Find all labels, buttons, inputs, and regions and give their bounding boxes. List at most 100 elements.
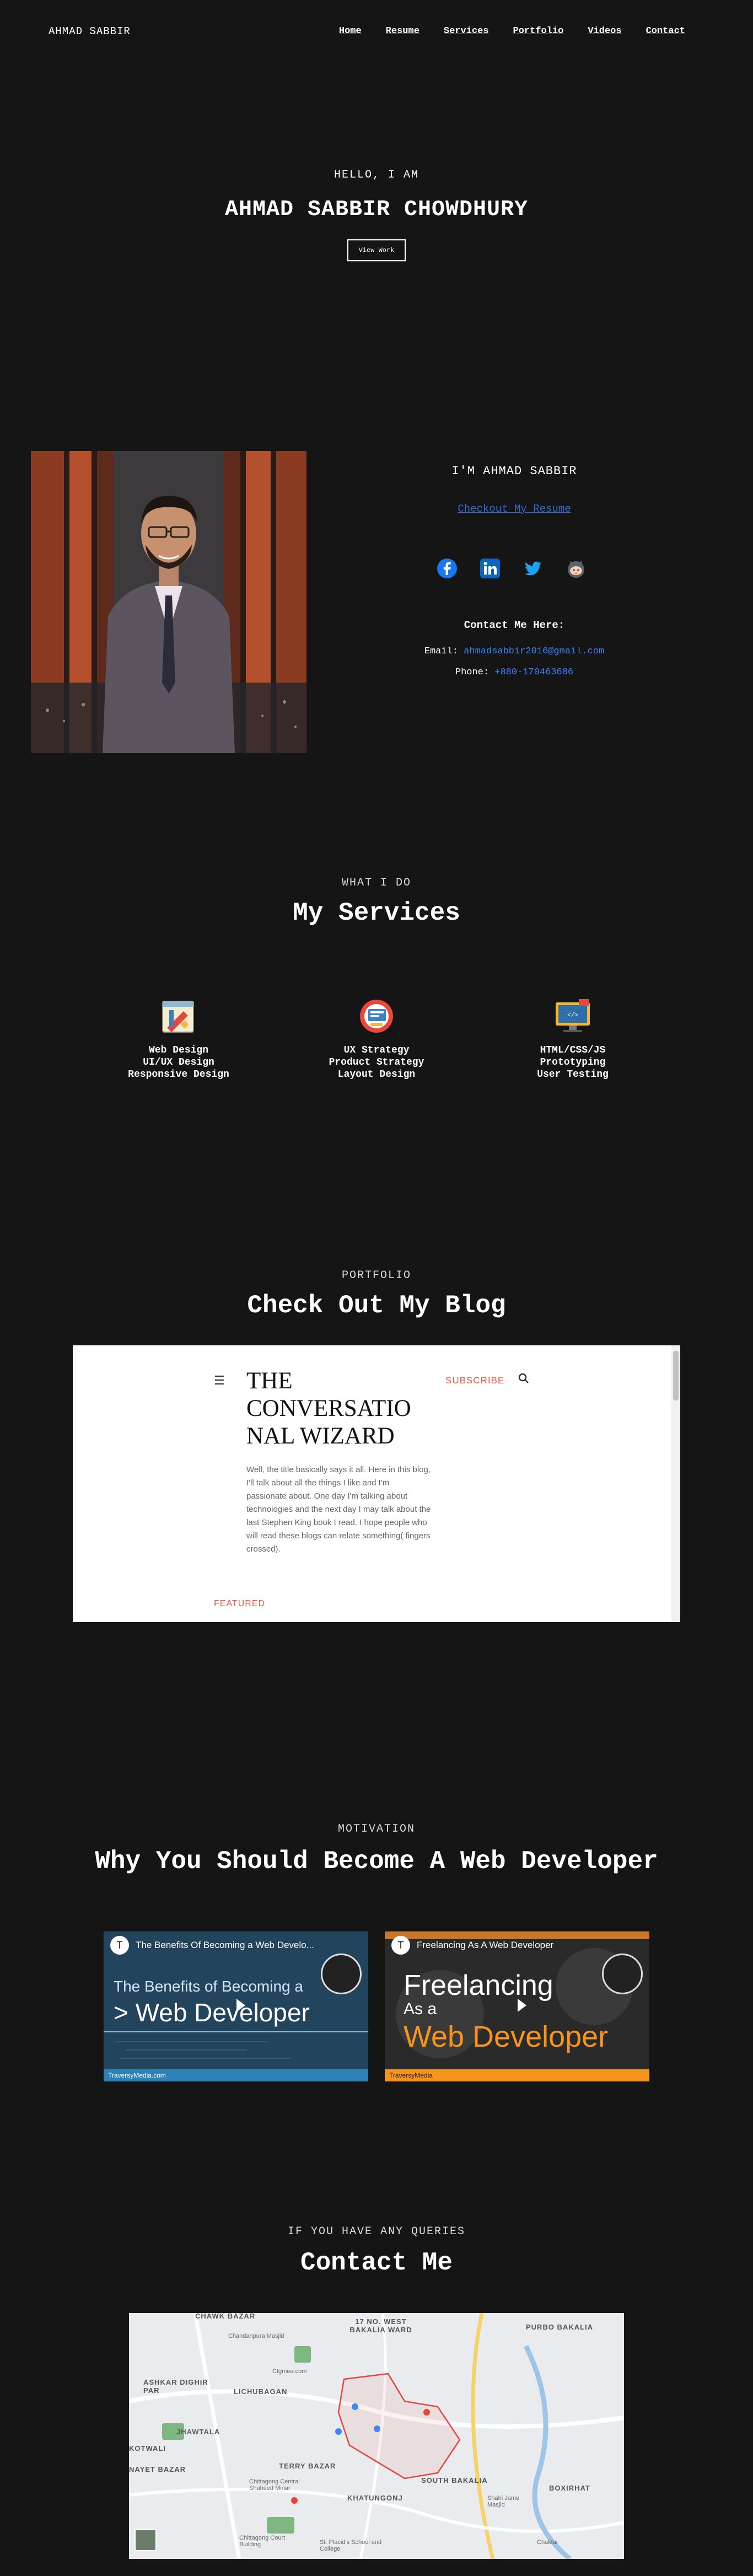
blog-scrollbar[interactable] xyxy=(671,1345,680,1622)
service-line: UI/UX Design xyxy=(143,1057,214,1068)
motivation-title: Why You Should Become A Web Developer xyxy=(95,1847,658,1876)
video-footer: TraversyMedia xyxy=(385,2069,649,2081)
resume-link[interactable]: Checkout My Resume xyxy=(376,503,652,515)
top-navbar: AHMAD SABBIR Home Resume Services Portfo… xyxy=(0,0,753,64)
search-icon[interactable] xyxy=(518,1373,529,1384)
hero-name: AHMAD SABBIR CHOWDHURY xyxy=(224,197,529,222)
motivation-subtitle: MOTIVATION xyxy=(337,1823,416,1836)
thumbnail-text: The Benefits of Becoming a xyxy=(114,1978,303,1995)
service-line: UX Strategy xyxy=(343,1045,410,1056)
play-icon[interactable] xyxy=(222,1994,251,2016)
service-line: Layout Design xyxy=(337,1069,416,1080)
map-label: ASHKAR DIGHIR PAR xyxy=(143,2378,208,2395)
nav-videos-link[interactable]: Videos xyxy=(588,26,621,36)
nav-services-link[interactable]: Services xyxy=(444,26,489,36)
satellite-toggle[interactable] xyxy=(135,2529,157,2551)
map-roads xyxy=(129,2313,624,2559)
twitter-icon[interactable] xyxy=(523,558,544,579)
map-label: KOTWALI xyxy=(129,2444,166,2452)
nav-home-link[interactable]: Home xyxy=(339,26,362,36)
map-label: JHAWTALA xyxy=(176,2428,220,2436)
thumbnail-text: Web Developer xyxy=(404,2020,609,2053)
social-links xyxy=(437,558,587,579)
thumbnail-text: As a xyxy=(404,2000,437,2018)
map-label: SOUTH BAKALIA xyxy=(421,2476,488,2484)
service-card: </> HTML/CSS/JS Prototyping User Testing xyxy=(485,997,661,1081)
services-title: My Services xyxy=(293,899,460,927)
map-label: 17 NO. WEST BAKALIA WARD xyxy=(349,2317,412,2334)
services-subtitle: WHAT I DO xyxy=(341,877,412,889)
service-line: Product Strategy xyxy=(329,1057,424,1068)
profile-photo-illustration xyxy=(31,451,306,753)
map-label: PURBO BAKALIA xyxy=(526,2323,594,2331)
map-label: TERRY BAZAR xyxy=(279,2462,336,2470)
blog-description: Well, the title basically says it all. H… xyxy=(246,1465,431,1554)
service-card: Web Design UI/UX Design Responsive Desig… xyxy=(90,997,267,1081)
view-work-button[interactable]: View Work xyxy=(347,239,406,261)
site-brand[interactable]: AHMAD SABBIR xyxy=(49,25,131,37)
phone-label: Phone: xyxy=(455,667,490,678)
map-label: Shahi Jame Masjid xyxy=(487,2495,520,2508)
service-line: Web Design xyxy=(148,1045,209,1056)
map-label: BOXIRHAT xyxy=(549,2484,590,2492)
portfolio-subtitle: PORTFOLIO xyxy=(341,1269,412,1282)
video-topbar: T The Benefits Of Becoming a Web Develo.… xyxy=(104,1931,368,1959)
video-player[interactable]: T Freelancing As A Web Developer Freelan… xyxy=(385,1931,649,2081)
scrollbar-thumb[interactable] xyxy=(673,1351,679,1400)
video-footer: TraversyMedia.com xyxy=(104,2069,368,2081)
channel-logo xyxy=(321,1954,362,1994)
map-label: KHATUNGONJ xyxy=(347,2494,403,2502)
channel-avatar[interactable]: T xyxy=(110,1936,129,1955)
service-line: Prototyping xyxy=(540,1057,606,1068)
email-line: Email: ahmadsabbir2016@gmail.com xyxy=(376,646,652,657)
about-heading: I'M AHMAD SABBIR xyxy=(451,464,577,478)
phone-value[interactable]: +880-170463686 xyxy=(494,667,573,678)
facebook-icon[interactable] xyxy=(437,558,458,579)
svg-text:</>: </> xyxy=(567,1012,578,1019)
thumbnail-text: > Web Developer xyxy=(114,1998,310,2027)
map-label: St. Placid's School and College xyxy=(320,2539,382,2552)
contact-title: Contact Me xyxy=(300,2248,453,2277)
map-label: Chandanpura Masjid xyxy=(228,2333,284,2339)
video-title[interactable]: Freelancing As A Web Developer xyxy=(417,1940,553,1951)
video-player[interactable]: T The Benefits Of Becoming a Web Develo.… xyxy=(104,1931,368,2081)
map-label: Chittagong Court Building xyxy=(239,2535,286,2548)
channel-logo xyxy=(602,1954,643,1994)
phone-line: Phone: +880-170463686 xyxy=(376,667,652,678)
map-label: NAYET BAZAR xyxy=(129,2465,186,2473)
map-label: Ctgmea.com xyxy=(272,2368,307,2375)
strategy-icon xyxy=(357,997,396,1035)
map-label: LICHUBAGAN xyxy=(234,2387,288,2396)
channel-avatar[interactable]: T xyxy=(391,1936,410,1955)
service-line: User Testing xyxy=(537,1069,609,1080)
map-label: Chaktai xyxy=(537,2539,558,2546)
linkedin-icon[interactable] xyxy=(480,558,501,579)
nav-contact-link[interactable]: Contact xyxy=(646,26,685,36)
contact-subtitle: IF YOU HAVE ANY QUERIES xyxy=(287,2225,466,2238)
hamburger-menu-icon[interactable]: ☰ xyxy=(214,1374,225,1388)
service-line: Responsive Design xyxy=(128,1069,229,1080)
video-title[interactable]: The Benefits Of Becoming a Web Develo... xyxy=(136,1940,314,1951)
email-value[interactable]: ahmadsabbir2016@gmail.com xyxy=(464,646,604,657)
code-monitor-icon: </> xyxy=(553,997,592,1035)
profile-photo xyxy=(31,451,306,753)
blog-title: THE CONVERSATIO NAL WIZARD xyxy=(246,1368,411,1449)
email-label: Email: xyxy=(424,646,458,657)
map-label: CHAWK BAZAR xyxy=(195,2313,256,2320)
featured-label[interactable]: FEATURED xyxy=(214,1599,265,1609)
subscribe-link[interactable]: SUBSCRIBE xyxy=(445,1375,504,1386)
nav-portfolio-link[interactable]: Portfolio xyxy=(513,26,564,36)
service-card: UX Strategy Product Strategy Layout Desi… xyxy=(288,997,465,1081)
design-tools-icon xyxy=(159,997,198,1035)
google-map[interactable]: CHAWK BAZAR 17 NO. WEST BAKALIA WARD PUR… xyxy=(129,2313,624,2559)
nav-resume-link[interactable]: Resume xyxy=(386,26,419,36)
github-icon[interactable] xyxy=(566,558,587,579)
nav-menu: Home Resume Services Portfolio Videos Co… xyxy=(339,26,685,36)
play-icon[interactable] xyxy=(503,1994,532,2016)
contact-heading: Contact Me Here: xyxy=(464,619,565,631)
blog-embed-frame[interactable]: ☰ THE CONVERSATIO NAL WIZARD SUBSCRIBE W… xyxy=(73,1345,680,1622)
hero-greeting: HELLO, I AM xyxy=(334,169,419,181)
map-label: Chittagong Central Shaheed Minar xyxy=(249,2478,300,2492)
portfolio-title: Check Out My Blog xyxy=(247,1291,506,1320)
video-topbar: T Freelancing As A Web Developer xyxy=(385,1931,649,1959)
